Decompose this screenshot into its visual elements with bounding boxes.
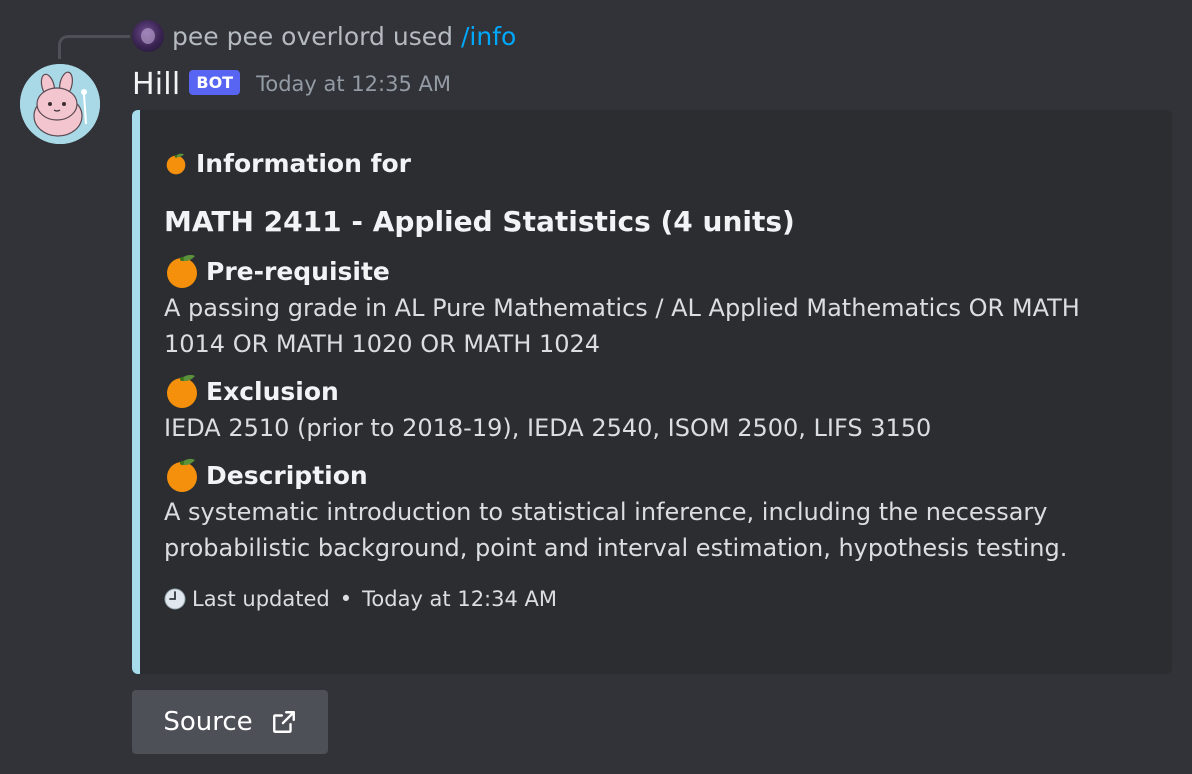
- orange-emoji-icon: [167, 458, 197, 492]
- footer-timestamp: Today at 12:34 AM: [362, 587, 558, 611]
- field-name-text: Exclusion: [206, 376, 339, 406]
- bot-badge: BOT: [189, 69, 241, 95]
- field-name: Description: [164, 456, 1148, 494]
- field-value: A passing grade in AL Pure Mathematics /…: [164, 294, 1080, 358]
- reply-username[interactable]: pee pee overlord: [172, 22, 385, 51]
- field-name-text: Description: [206, 460, 368, 490]
- reply-context[interactable]: pee pee overlord used /info: [132, 18, 516, 54]
- field-value: A systematic introduction to statistical…: [164, 498, 1068, 562]
- reply-used-text: used: [392, 21, 453, 51]
- embed-field-description: Description A systematic introduction to…: [164, 456, 1148, 566]
- message-timestamp[interactable]: Today at 12:35 AM: [256, 72, 451, 96]
- field-name-text: Pre-requisite: [206, 256, 390, 286]
- external-link-icon: [272, 711, 295, 733]
- author-username[interactable]: Hill: [132, 67, 180, 102]
- source-button-label: Source: [163, 707, 253, 737]
- footer-separator: •: [339, 587, 353, 611]
- clock-icon: [164, 588, 186, 610]
- reply-user-avatar[interactable]: [132, 20, 164, 52]
- reply-connector: [58, 35, 130, 59]
- reply-command-link[interactable]: /info: [461, 22, 516, 51]
- embed-author: Information for: [164, 146, 1148, 180]
- embed-author-text: Information for: [196, 148, 411, 178]
- message-root: pee pee overlord used /info Hill BOT Tod…: [0, 0, 1192, 774]
- info-embed: Information for MATH 2411 - Applied Stat…: [132, 110, 1172, 674]
- embed-footer: Last updated • Today at 12:34 AM: [164, 584, 1148, 614]
- bunny-avatar-icon: [20, 64, 100, 144]
- field-name: Exclusion: [164, 372, 1148, 410]
- bot-avatar[interactable]: [20, 64, 100, 144]
- embed-field-exclusion: Exclusion IEDA 2510 (prior to 2018-19), …: [164, 372, 1148, 446]
- message-header: Hill BOT Today at 12:35 AM: [132, 64, 451, 104]
- orange-emoji-icon: [167, 374, 197, 408]
- source-link-button[interactable]: Source: [132, 690, 328, 754]
- embed-field-prerequisite: Pre-requisite A passing grade in AL Pure…: [164, 252, 1148, 362]
- field-name: Pre-requisite: [164, 252, 1148, 290]
- orange-emoji-icon: [167, 254, 197, 288]
- orange-emoji-icon: [166, 153, 186, 175]
- footer-text: Last updated: [192, 587, 330, 611]
- field-value: IEDA 2510 (prior to 2018-19), IEDA 2540,…: [164, 414, 932, 442]
- embed-title: MATH 2411 - Applied Statistics (4 units): [164, 205, 795, 238]
